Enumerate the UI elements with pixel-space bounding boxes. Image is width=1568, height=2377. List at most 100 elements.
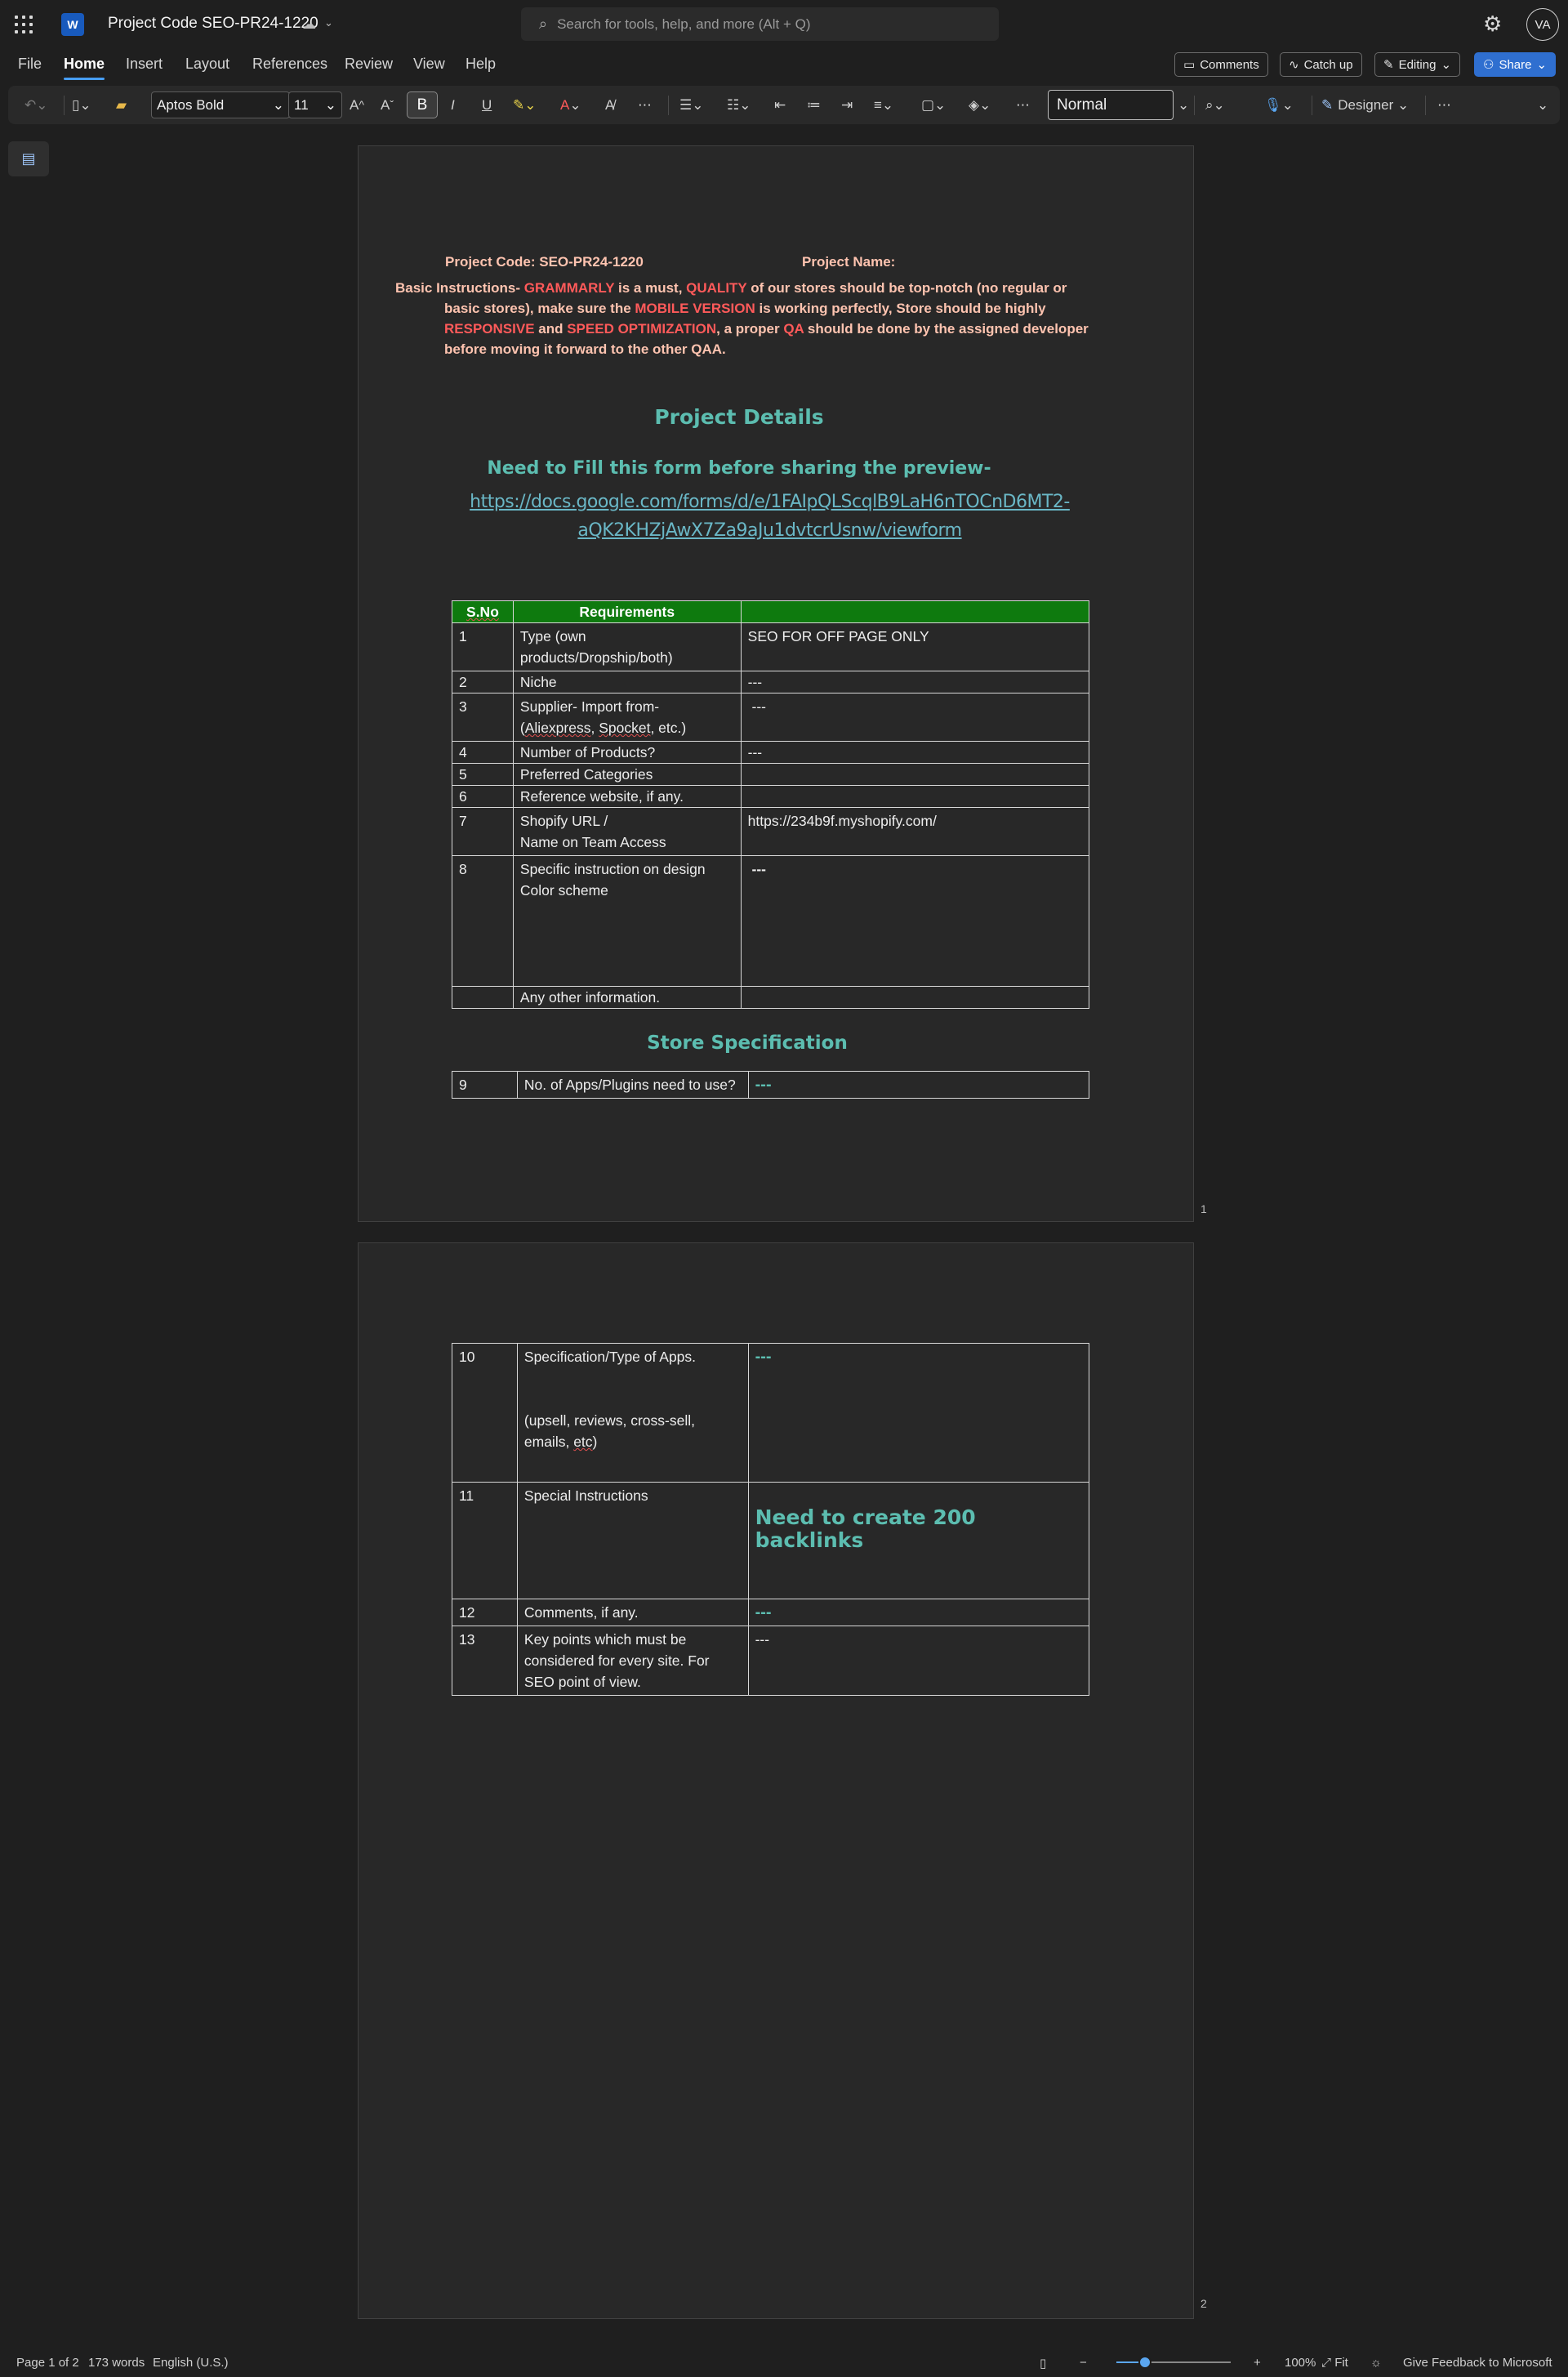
highlight-icon[interactable]: ✎⌄ [513, 86, 537, 124]
undo-icon[interactable]: ↶⌄ [24, 86, 48, 124]
clear-format-icon[interactable]: A̸ [605, 86, 614, 124]
form-link-line-2[interactable]: aQK2KHZjAwX7Za9aJu1dvtcrUsnw/viewform [425, 516, 1115, 545]
shrink-font-icon[interactable]: Aˇ [381, 86, 394, 124]
font-size-select[interactable]: 11 ⌄ [288, 91, 342, 118]
clipboard-icon[interactable]: ▯⌄ [72, 86, 91, 124]
catch-up-button[interactable]: ∿ Catch up [1280, 52, 1362, 77]
menu-insert[interactable]: Insert [126, 56, 163, 73]
format-painter-icon[interactable]: ▰ [116, 86, 127, 124]
row-value[interactable] [740, 763, 1090, 786]
page-count[interactable]: Page 1 of 2 [16, 2356, 79, 2370]
more-icon[interactable]: ⋯ [1437, 86, 1451, 124]
designer-button[interactable]: ✎ Designer ⌄ [1321, 86, 1409, 124]
apps-grid-icon[interactable] [15, 16, 33, 33]
table-row[interactable]: 9 No. of Apps/Plugins need to use? --- [452, 1071, 1090, 1099]
row-value[interactable]: --- [740, 671, 1090, 693]
form-link[interactable]: https://docs.google.com/forms/d/e/1FAIpQ… [425, 488, 1115, 545]
table-row[interactable]: 6 Reference website, if any. [452, 785, 1090, 808]
row-value[interactable]: --- [747, 1599, 1090, 1626]
row-value[interactable]: Need to create 200 backlinks [747, 1482, 1090, 1599]
row-value[interactable]: --- [747, 1071, 1090, 1099]
decrease-indent-icon[interactable]: ⇤ [774, 86, 786, 124]
table-row[interactable]: 2 Niche --- [452, 671, 1090, 693]
comments-button[interactable]: ▭ Comments [1174, 52, 1268, 77]
row-value[interactable]: --- [740, 741, 1090, 764]
menu-references[interactable]: References [252, 56, 327, 73]
form-link-line-1[interactable]: https://docs.google.com/forms/d/e/1FAIpQ… [425, 488, 1115, 516]
editing-mode-button[interactable]: ✎ Editing ⌄ [1374, 52, 1461, 77]
row-value[interactable]: --- [747, 1343, 1090, 1483]
editing-label: Editing [1398, 57, 1437, 72]
bullets-icon[interactable]: ☰⌄ [679, 86, 703, 124]
view-mode-icon[interactable]: ▯ [1040, 2356, 1046, 2370]
row-value[interactable] [740, 986, 1090, 1009]
collapse-ribbon-icon[interactable]: ⌄ [1537, 86, 1548, 124]
settings-gear-icon[interactable]: ⚙ [1483, 11, 1502, 37]
row-value[interactable]: SEO FOR OFF PAGE ONLY [740, 622, 1090, 671]
table-row[interactable]: 4 Number of Products? --- [452, 741, 1090, 764]
fit-button[interactable]: ⤢ Fit [1321, 2356, 1348, 2370]
table-row[interactable]: 10 Specification/Type of Apps. (upsell, r… [452, 1343, 1090, 1483]
borders-icon[interactable]: ▢⌄ [921, 86, 946, 124]
bold-button[interactable]: B [407, 91, 438, 118]
instr-text: should be done by the assigned developer [804, 321, 1089, 337]
req-text: ) [592, 1434, 598, 1450]
menu-review[interactable]: Review [345, 56, 393, 73]
table-row[interactable]: 7 Shopify URL / Name on Team Access https… [452, 807, 1090, 856]
row-value[interactable]: --- [740, 693, 1090, 742]
table-row[interactable]: 8 Specific instruction on design Color sc… [452, 855, 1090, 987]
table-row[interactable]: 5 Preferred Categories [452, 763, 1090, 786]
row-value[interactable]: --- [747, 1626, 1090, 1696]
feedback-link[interactable]: Give Feedback to Microsoft [1403, 2356, 1552, 2370]
row-value[interactable] [740, 785, 1090, 808]
more-icon[interactable]: ⋯ [1016, 86, 1030, 124]
row-value[interactable]: https://234b9f.myshopify.com/ [740, 807, 1090, 856]
menu-view[interactable]: View [413, 56, 445, 73]
dictate-mic-icon[interactable]: 🎙 ⌄ [1264, 86, 1294, 124]
chevron-down-icon[interactable]: ⌄ [324, 16, 333, 29]
brightness-icon[interactable]: ☼ [1370, 2356, 1382, 2370]
grow-font-icon[interactable]: A ^ [350, 86, 364, 124]
document-title[interactable]: Project Code SEO-PR24-1220 [108, 15, 318, 33]
align-icon[interactable]: ≡⌄ [874, 86, 893, 124]
more-icon[interactable]: ⋯ [638, 86, 652, 124]
increase-indent-icon[interactable]: ⇥ [841, 86, 853, 124]
zoom-out-icon[interactable]: − [1080, 2356, 1087, 2370]
avatar[interactable]: VA [1526, 8, 1559, 41]
menu-file[interactable]: File [18, 56, 42, 73]
shading-icon[interactable]: ◈⌄ [969, 86, 991, 124]
zoom-slider-handle[interactable] [1138, 2356, 1152, 2369]
row-value[interactable]: --- [740, 855, 1090, 987]
row-number: 1 [452, 622, 514, 671]
table-row[interactable]: 13 Key points which must be considered f… [452, 1626, 1090, 1696]
menu-home[interactable]: Home [64, 56, 105, 80]
store-specification-heading: Store Specification [647, 1032, 848, 1054]
italic-button[interactable]: I [451, 86, 455, 124]
font-name-select[interactable]: Aptos Bold ⌄ [151, 91, 290, 118]
font-color-icon[interactable]: A ⌄ [560, 86, 581, 124]
navigation-pane-icon[interactable]: ▤ [8, 141, 49, 176]
zoom-level[interactable]: 100% [1285, 2356, 1316, 2370]
project-name-label: Project Name: [802, 254, 896, 270]
style-select[interactable]: Normal [1048, 90, 1174, 120]
word-count[interactable]: 173 words [88, 2356, 145, 2370]
table-row[interactable]: Any other information. [452, 986, 1090, 1009]
font-size-value: 11 [294, 96, 309, 113]
underline-button[interactable]: U [482, 86, 492, 124]
chevron-down-icon[interactable]: ⌄ [1178, 86, 1189, 124]
table-row[interactable]: 12 Comments, if any. --- [452, 1599, 1090, 1626]
word-logo-icon[interactable]: W [61, 13, 87, 36]
table-row[interactable]: 11 Special Instructions Need to create 2… [452, 1482, 1090, 1599]
table-row[interactable]: 3 Supplier- Import from- (Aliexpress, Spo… [452, 693, 1090, 742]
multilevel-icon[interactable]: ≔ [807, 86, 821, 124]
table-row[interactable]: 1 Type (own products/Dropship/both) SEO … [452, 622, 1090, 671]
menu-layout[interactable]: Layout [185, 56, 229, 73]
find-icon[interactable]: ⌕⌄ [1205, 86, 1225, 124]
language[interactable]: English (U.S.) [153, 2356, 229, 2370]
numbering-icon[interactable]: ☷⌄ [727, 86, 751, 124]
menu-help[interactable]: Help [466, 56, 496, 73]
zoom-in-icon[interactable]: + [1254, 2356, 1261, 2370]
cloud-saved-icon[interactable]: ☁ [302, 16, 316, 33]
share-button[interactable]: ⚇ Share ⌄ [1474, 52, 1557, 77]
search-box[interactable]: ⌕ Search for tools, help, and more (Alt … [521, 7, 999, 41]
